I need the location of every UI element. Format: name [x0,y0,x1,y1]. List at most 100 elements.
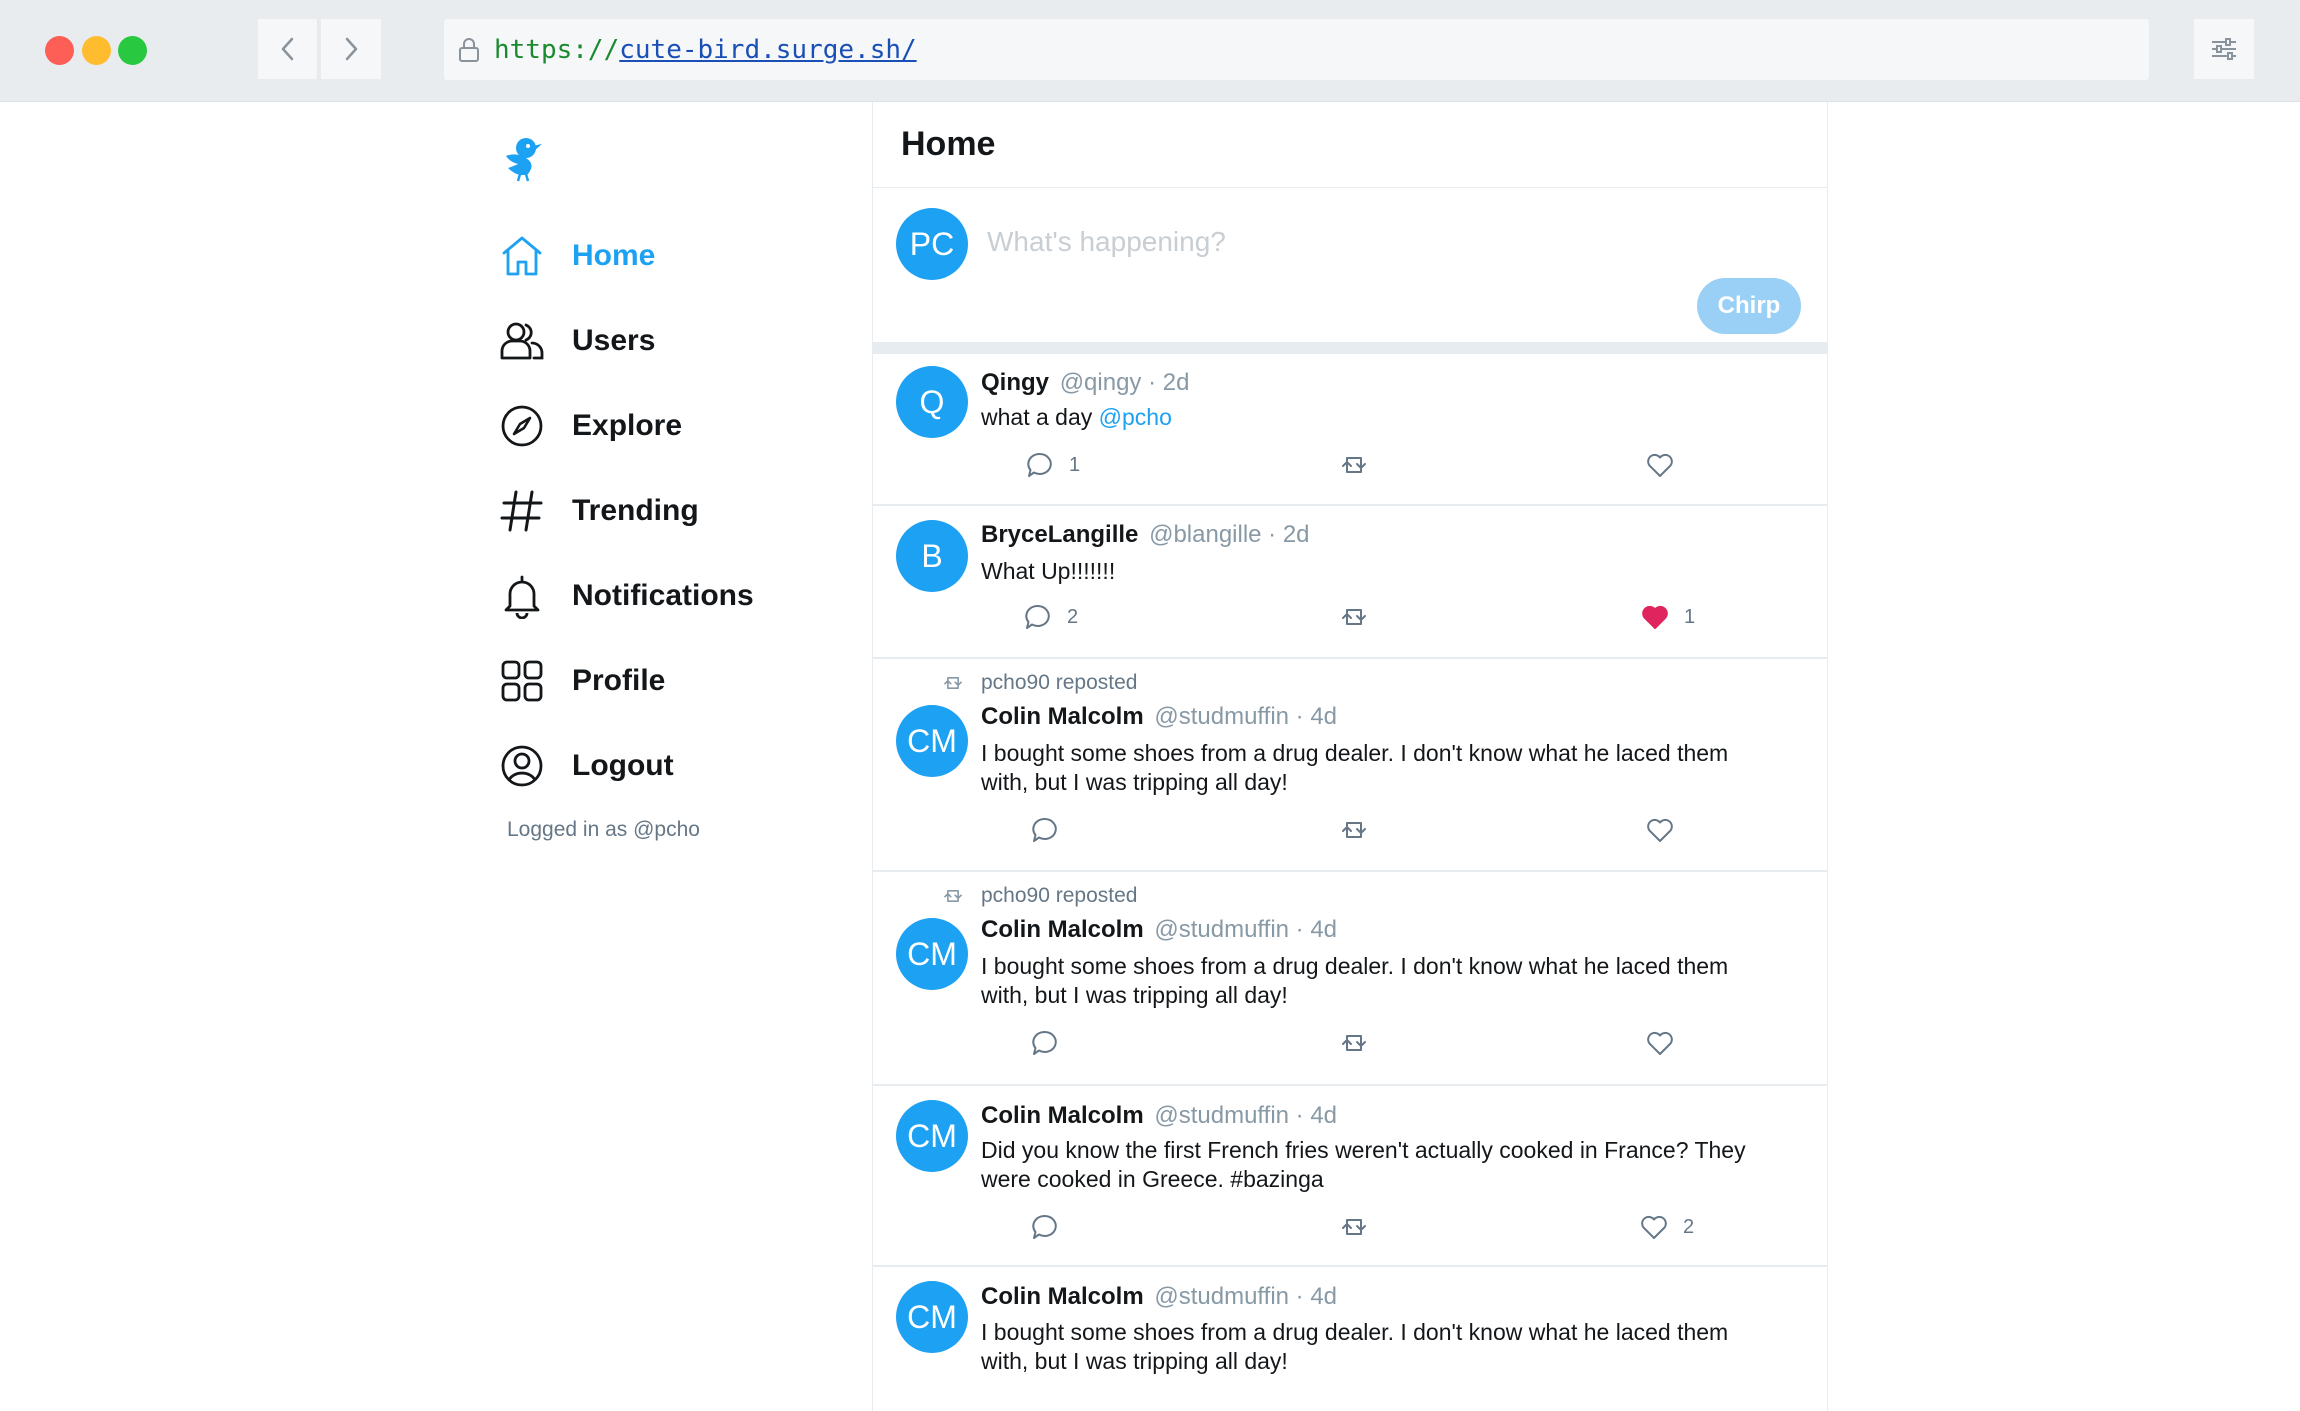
tweet-text-content: I bought some shoes from a drug dealer. … [981,1319,1729,1374]
bird-logo-icon[interactable] [500,134,548,182]
tweet[interactable]: Q Qingy @qingy · 2d what a day @pcho 1 [873,354,1827,506]
repost-text[interactable]: pcho90 reposted [981,884,1137,908]
repost-button[interactable] [1339,602,1369,632]
sidebar-item-trending[interactable]: Trending [496,481,699,541]
sidebar-item-profile[interactable]: Profile [496,651,665,711]
avatar[interactable]: CM [896,1281,968,1353]
like-button[interactable]: 2 [1639,1212,1694,1242]
sidebar-item-label: Trending [572,494,699,527]
sidebar-item-label: Users [572,324,656,357]
tweet-composer: PC Chirp [873,188,1827,354]
avatar[interactable]: CM [896,1100,968,1172]
mention-link[interactable]: @pcho [1099,404,1172,430]
reply-button[interactable] [1030,1028,1060,1058]
reply-button[interactable]: 1 [1025,450,1080,480]
tweet-text: Did you know the first French fries were… [981,1136,1771,1194]
tweet-author-name[interactable]: BryceLangille [981,521,1138,548]
sidebar-item-home[interactable]: Home [496,226,655,286]
user-circle-icon [496,740,548,792]
chirp-button[interactable]: Chirp [1697,278,1801,334]
home-icon [496,230,548,282]
tweet-meta: @studmuffin · 4d [1154,1102,1338,1129]
reply-count: 2 [1067,605,1079,628]
tweet-text: what a day @pcho [981,403,1771,432]
sidebar-item-explore[interactable]: Explore [496,396,682,456]
url-host[interactable]: cute-bird.surge.sh/ [619,35,916,65]
repost-icon [941,672,969,694]
close-window-button[interactable] [45,36,74,65]
repost-indicator: pcho90 reposted [941,671,1137,695]
reply-count: 1 [1069,453,1081,476]
tweet-text: What Up!!!!!!! [981,557,1771,586]
tweet-author-name[interactable]: Colin Malcolm [981,1102,1144,1129]
tweet-header: Colin Malcolm @studmuffin · 4d [981,703,1337,731]
reply-button[interactable] [1030,815,1060,845]
tweet[interactable]: CM Colin Malcolm @studmuffin · 4d Did yo… [873,1086,1827,1267]
tweet-header: Colin Malcolm @studmuffin · 4d [981,916,1337,944]
tweet[interactable]: pcho90 reposted CM Colin Malcolm @studmu… [873,659,1827,872]
reply-button[interactable] [1030,1212,1060,1242]
tweet-author-name[interactable]: Colin Malcolm [981,916,1144,943]
like-button[interactable] [1645,450,1689,480]
tweet[interactable]: pcho90 reposted CM Colin Malcolm @studmu… [873,872,1827,1086]
repost-button[interactable] [1339,1212,1369,1242]
tweet-text: I bought some shoes from a drug dealer. … [981,739,1771,797]
tweet-meta: @qingy · 2d [1059,369,1190,396]
address-bar[interactable]: https://cute-bird.surge.sh/ [444,19,2149,80]
hashtag-icon [496,485,548,537]
compass-icon [496,400,548,452]
tweet-actions [873,1028,1829,1064]
avatar: PC [896,208,968,280]
reply-icon [1032,817,1057,842]
tweet-text-content: Did you know the first French fries were… [981,1137,1746,1192]
page-header: Home [873,102,1827,188]
url-protocol: https:// [494,34,620,65]
tweet-actions: 2 [873,1212,1829,1248]
avatar[interactable]: B [896,520,968,592]
avatar[interactable]: CM [896,918,968,990]
repost-button[interactable] [1339,450,1369,480]
bell-icon [496,570,548,622]
tweet-header: Colin Malcolm @studmuffin · 4d [981,1283,1337,1311]
heart-outline-icon [1641,1215,1667,1239]
tweet[interactable]: CM Colin Malcolm @studmuffin · 4d I boug… [873,1267,1827,1407]
tweet-meta: @blangille · 2d [1149,521,1310,548]
browser-settings-button[interactable] [2194,19,2254,79]
tweet-author-name[interactable]: Qingy [981,369,1049,396]
reply-button[interactable]: 2 [1023,602,1078,632]
like-button[interactable] [1645,815,1675,845]
back-button[interactable] [258,19,318,79]
heart-outline-icon [1647,818,1673,842]
avatar[interactable]: CM [896,705,968,777]
users-icon [496,315,548,367]
tweet-author-name[interactable]: Colin Malcolm [981,1283,1144,1310]
sidebar-item-notifications[interactable]: Notifications [496,566,754,626]
avatar[interactable]: Q [896,366,968,438]
url-text: https://cute-bird.surge.sh/ [494,35,917,65]
sidebar-item-logout[interactable]: Logout [496,736,674,796]
tweet-actions: 2 1 [873,602,1829,638]
sidebar-item-users[interactable]: Users [496,311,655,371]
repost-text[interactable]: pcho90 reposted [981,671,1137,695]
like-button[interactable] [1645,1028,1675,1058]
heart-filled-icon [1642,605,1668,629]
like-button[interactable]: 1 [1640,602,1695,632]
repost-button[interactable] [1339,1028,1369,1058]
tweet-text-content: I bought some shoes from a drug dealer. … [981,953,1729,1008]
repost-icon [941,885,969,907]
tweet-meta: @studmuffin · 4d [1154,916,1338,943]
tweet-actions: 1 [873,450,1829,486]
lock-icon [459,37,479,62]
sidebar-item-label: Home [572,239,656,272]
tweet[interactable]: B BryceLangille @blangille · 2d What Up!… [873,506,1827,659]
forward-button[interactable] [321,19,381,79]
heart-outline-icon [1647,1031,1673,1055]
maximize-window-button[interactable] [118,36,147,65]
tweet-author-name[interactable]: Colin Malcolm [981,703,1144,730]
repost-button[interactable] [1339,815,1369,845]
minimize-window-button[interactable] [82,36,111,65]
tweet-header: BryceLangille @blangille · 2d [981,521,1310,549]
reply-icon [1025,604,1050,629]
compose-input[interactable] [987,218,1787,266]
repost-indicator: pcho90 reposted [941,884,1137,908]
